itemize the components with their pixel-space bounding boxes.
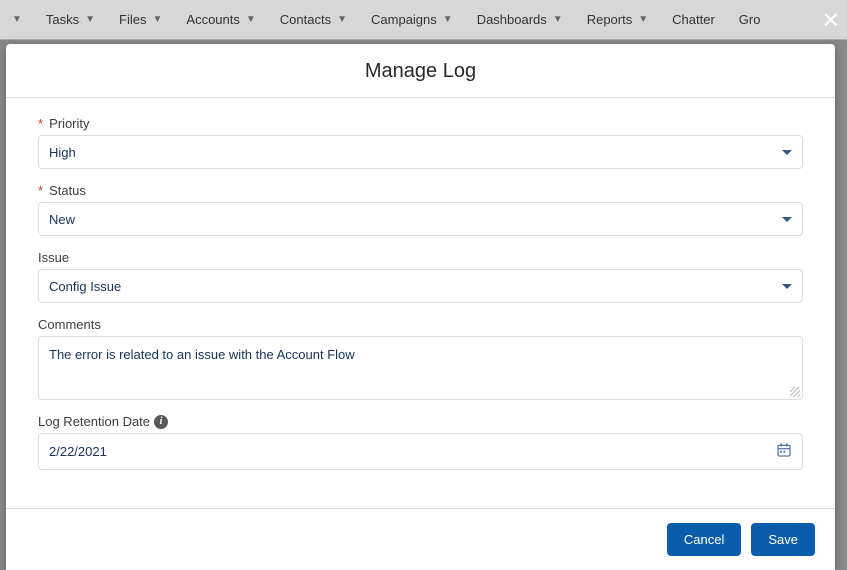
required-star-icon: * — [38, 116, 43, 131]
nav-item-contacts[interactable]: Contacts ▼ — [280, 12, 347, 27]
modal-header: Manage Log — [6, 44, 835, 98]
label-text: Comments — [38, 317, 101, 332]
modal-body: * Priority High * Status New Issue — [6, 98, 835, 508]
comments-textarea[interactable]: The error is related to an issue with th… — [38, 336, 803, 400]
chevron-down-icon — [782, 150, 792, 155]
modal-title: Manage Log — [6, 60, 835, 83]
manage-log-modal: Manage Log * Priority High * Status New — [6, 44, 835, 570]
label-text: Issue — [38, 250, 69, 265]
nav-item-groups-truncated[interactable]: Gro — [739, 12, 761, 27]
nav-label: Gro — [739, 12, 761, 27]
nav-item-reports[interactable]: Reports ▼ — [587, 12, 648, 27]
issue-select[interactable]: Config Issue — [38, 269, 803, 303]
retention-value: 2/22/2021 — [49, 444, 107, 459]
chevron-down-icon — [782, 217, 792, 222]
nav-item-tasks[interactable]: Tasks ▼ — [46, 12, 95, 27]
chevron-down-icon: ▼ — [337, 14, 347, 25]
nav-item-campaigns[interactable]: Campaigns ▼ — [371, 12, 453, 27]
required-star-icon: * — [38, 183, 43, 198]
comments-label: Comments — [38, 317, 803, 332]
priority-select[interactable]: High — [38, 135, 803, 169]
background-nav: ▼ Tasks ▼ Files ▼ Accounts ▼ Contacts ▼ Camp… — [0, 0, 847, 40]
close-icon[interactable]: × — [823, 6, 839, 34]
modal-footer: Cancel Save — [6, 508, 835, 570]
nav-label: Campaigns — [371, 12, 437, 27]
status-value: New — [49, 212, 75, 227]
priority-label: * Priority — [38, 116, 803, 131]
button-label: Save — [768, 532, 798, 547]
field-comments: Comments The error is related to an issu… — [38, 317, 803, 400]
chevron-down-icon: ▼ — [443, 14, 453, 25]
nav-label: Dashboards — [477, 12, 547, 27]
label-text: Status — [49, 183, 86, 198]
chevron-down-icon: ▼ — [153, 14, 163, 25]
nav-label: Contacts — [280, 12, 331, 27]
field-status: * Status New — [38, 183, 803, 236]
priority-value: High — [49, 145, 76, 160]
calendar-icon[interactable] — [776, 442, 792, 461]
save-button[interactable]: Save — [751, 523, 815, 556]
nav-item-chatter[interactable]: Chatter — [672, 12, 715, 27]
chevron-down-icon: ▼ — [246, 14, 256, 25]
nav-item-files[interactable]: Files ▼ — [119, 12, 162, 27]
retention-label: Log Retention Date i — [38, 414, 803, 429]
chevron-down-icon: ▼ — [85, 14, 95, 25]
chevron-down-icon — [782, 284, 792, 289]
retention-date-input[interactable]: 2/22/2021 — [38, 433, 803, 470]
issue-label: Issue — [38, 250, 803, 265]
nav-label: Accounts — [186, 12, 239, 27]
label-text: Log Retention Date — [38, 414, 150, 429]
resize-grip-icon[interactable] — [790, 387, 800, 397]
cancel-button[interactable]: Cancel — [667, 523, 741, 556]
nav-label: Reports — [587, 12, 633, 27]
field-priority: * Priority High — [38, 116, 803, 169]
comments-value: The error is related to an issue with th… — [49, 347, 355, 362]
nav-label: Chatter — [672, 12, 715, 27]
info-icon[interactable]: i — [154, 415, 168, 429]
chevron-down-icon: ▼ — [12, 14, 22, 25]
chevron-down-icon: ▼ — [638, 14, 648, 25]
label-text: Priority — [49, 116, 89, 131]
chevron-down-icon: ▼ — [553, 14, 563, 25]
nav-label: Tasks — [46, 12, 79, 27]
issue-value: Config Issue — [49, 279, 121, 294]
button-label: Cancel — [684, 532, 724, 547]
nav-item-accounts[interactable]: Accounts ▼ — [186, 12, 255, 27]
field-issue: Issue Config Issue — [38, 250, 803, 303]
nav-label: Files — [119, 12, 146, 27]
field-retention-date: Log Retention Date i 2/22/2021 — [38, 414, 803, 470]
status-label: * Status — [38, 183, 803, 198]
nav-item-dashboards[interactable]: Dashboards ▼ — [477, 12, 563, 27]
status-select[interactable]: New — [38, 202, 803, 236]
